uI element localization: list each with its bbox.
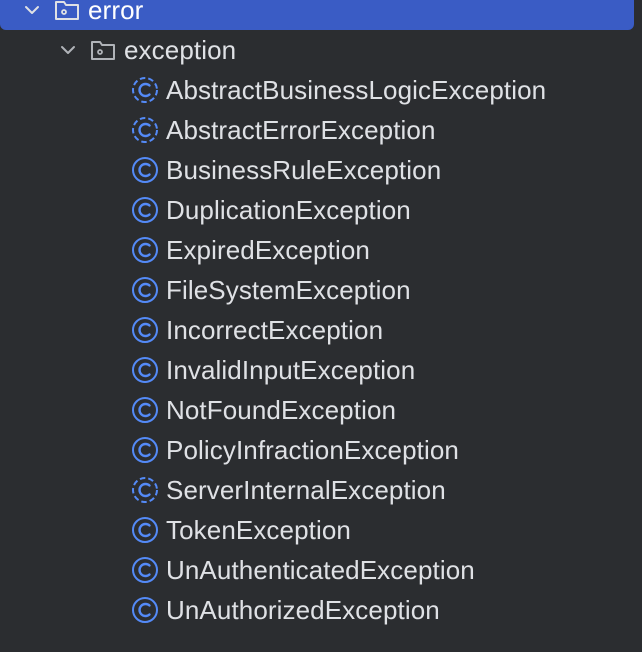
chevron-down-icon[interactable] bbox=[56, 38, 80, 62]
tree-node-label: error bbox=[88, 0, 144, 25]
class-icon bbox=[130, 435, 160, 465]
class-icon bbox=[130, 555, 160, 585]
class-icon bbox=[130, 275, 160, 305]
class-icon bbox=[130, 195, 160, 225]
class-icon bbox=[130, 355, 160, 385]
tree-node-class[interactable]: AbstractErrorException bbox=[0, 110, 642, 150]
tree-node-label: InvalidInputException bbox=[166, 354, 416, 385]
tree-node-class[interactable]: ServerInternalException bbox=[0, 470, 642, 510]
tree-node-class[interactable]: NotFoundException bbox=[0, 390, 642, 430]
tree-node-label: PolicyInfractionException bbox=[166, 434, 459, 465]
tree-node-class[interactable]: TokenException bbox=[0, 510, 642, 550]
tree-node-label: ServerInternalException bbox=[166, 474, 446, 505]
tree-node-label: FileSystemException bbox=[166, 274, 411, 305]
class-icon bbox=[130, 155, 160, 185]
tree-node-label: AbstractBusinessLogicException bbox=[166, 74, 547, 105]
project-tree: error exception AbstractBusinessLogicExc… bbox=[0, 0, 642, 630]
package-folder-icon bbox=[52, 0, 82, 25]
class-icon bbox=[130, 395, 160, 425]
class-icon bbox=[130, 315, 160, 345]
tree-node-class[interactable]: UnAuthenticatedException bbox=[0, 550, 642, 590]
tree-node-label: AbstractErrorException bbox=[166, 114, 436, 145]
tree-node-class[interactable]: DuplicationException bbox=[0, 190, 642, 230]
tree-node-label: BusinessRuleException bbox=[166, 154, 442, 185]
tree-node-label: NotFoundException bbox=[166, 394, 397, 425]
tree-node-label: UnAuthorizedException bbox=[166, 594, 440, 625]
tree-node-class[interactable]: ExpiredException bbox=[0, 230, 642, 270]
tree-node-class[interactable]: FileSystemException bbox=[0, 270, 642, 310]
tree-node-class[interactable]: BusinessRuleException bbox=[0, 150, 642, 190]
tree-node-class[interactable]: InvalidInputException bbox=[0, 350, 642, 390]
tree-node-label: IncorrectException bbox=[166, 314, 384, 345]
tree-node-class[interactable]: AbstractBusinessLogicException bbox=[0, 70, 642, 110]
class-icon bbox=[130, 595, 160, 625]
tree-node-label: DuplicationException bbox=[166, 194, 411, 225]
tree-node-label: TokenException bbox=[166, 514, 351, 545]
abstract-class-icon bbox=[130, 75, 160, 105]
tree-node-label: exception bbox=[124, 34, 237, 65]
package-folder-icon bbox=[88, 35, 118, 65]
tree-node-label: ExpiredException bbox=[166, 234, 370, 265]
tree-node-error-folder[interactable]: error bbox=[0, 0, 634, 30]
abstract-class-icon bbox=[130, 115, 160, 145]
tree-node-class[interactable]: IncorrectException bbox=[0, 310, 642, 350]
class-icon bbox=[130, 235, 160, 265]
tree-node-label: UnAuthenticatedException bbox=[166, 554, 475, 585]
tree-node-class[interactable]: UnAuthorizedException bbox=[0, 590, 642, 630]
abstract-class-icon bbox=[130, 475, 160, 505]
chevron-down-icon[interactable] bbox=[20, 0, 44, 22]
class-icon bbox=[130, 515, 160, 545]
tree-node-exception-folder[interactable]: exception bbox=[0, 30, 642, 70]
tree-node-class[interactable]: PolicyInfractionException bbox=[0, 430, 642, 470]
